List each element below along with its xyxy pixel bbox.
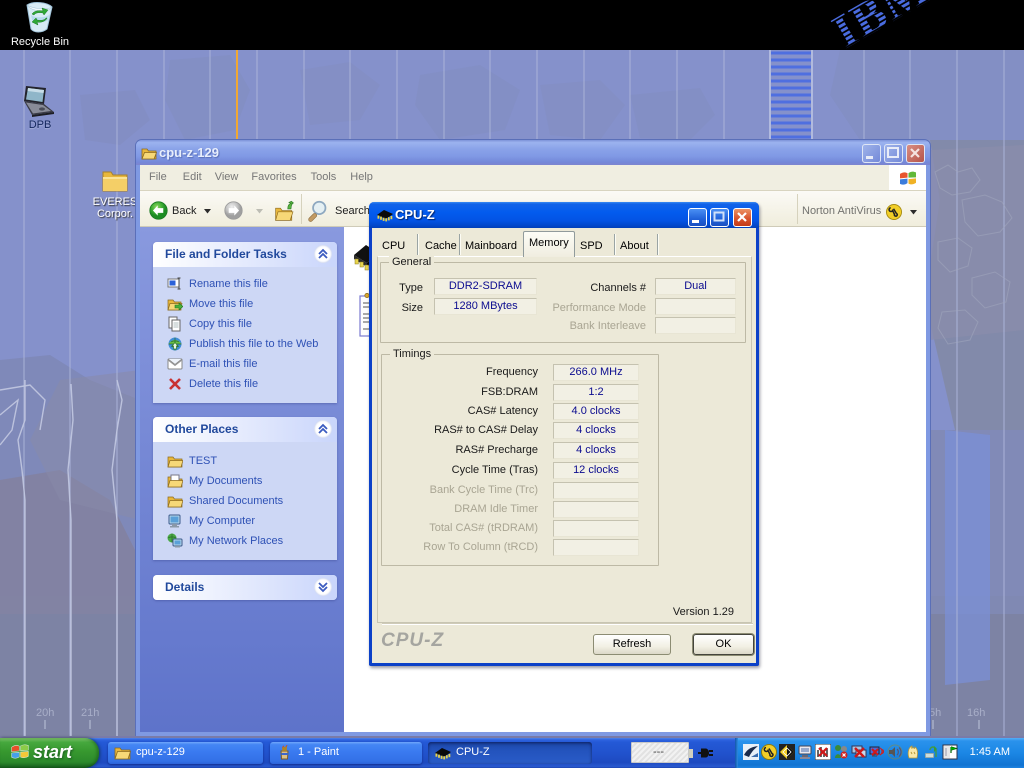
svg-text:21h: 21h (81, 707, 99, 719)
svg-text:IBM: IBM (824, 0, 939, 50)
svg-text:5h: 5h (929, 707, 941, 719)
svg-text:16h: 16h (967, 707, 985, 719)
svg-text:20h: 20h (36, 707, 54, 719)
